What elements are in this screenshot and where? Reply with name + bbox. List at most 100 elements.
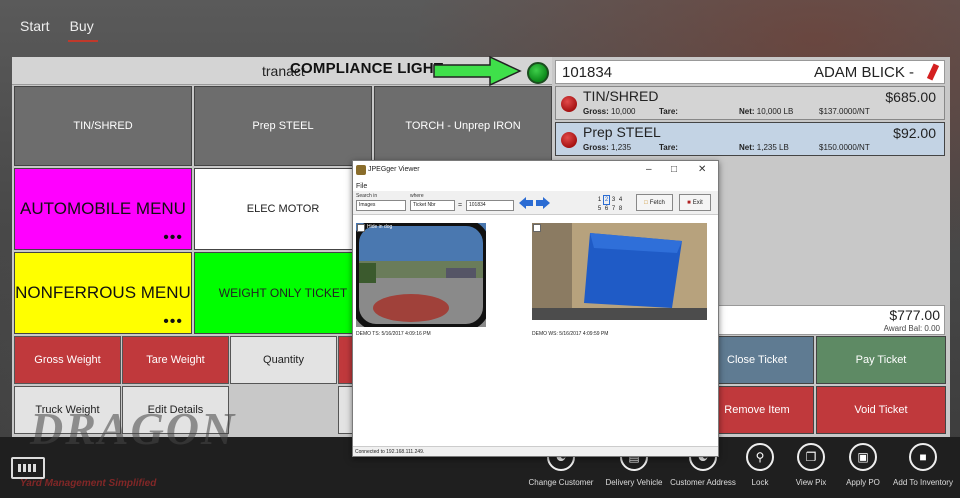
- where-label: where: [410, 193, 424, 199]
- appbar-label: Customer Address: [670, 478, 736, 487]
- image-caption-1: DEMO TS: 5/16/2017 4:09:16 PM: [356, 331, 431, 337]
- prev-arrow-icon[interactable]: [519, 197, 533, 209]
- apply-po-button[interactable]: ▣ Apply PO: [843, 443, 883, 487]
- page-selector[interactable]: 1234 5678: [596, 195, 624, 213]
- item-price: $92.00: [893, 125, 936, 141]
- lock-icon: ⚲: [746, 443, 774, 471]
- exit-button[interactable]: ■ Exit: [679, 194, 711, 211]
- equals-sign: =: [458, 202, 463, 209]
- gross-weight-button[interactable]: Gross Weight: [14, 336, 121, 384]
- page-6[interactable]: 6: [603, 205, 610, 213]
- category-nonferrous-menu[interactable]: NONFERROUS MENU •••: [14, 252, 192, 334]
- where-select[interactable]: Ticket Nbr: [410, 200, 455, 211]
- void-ticket-button[interactable]: Void Ticket: [816, 386, 946, 434]
- item-price: $685.00: [885, 89, 936, 105]
- minimize-icon[interactable]: –: [646, 164, 652, 175]
- lock-button[interactable]: ⚲ Lock: [745, 443, 775, 487]
- category-label: ELEC MOTOR: [246, 203, 320, 215]
- search-value: 101834: [469, 202, 486, 208]
- item-name: TIN/SHRED: [583, 88, 659, 104]
- image-thumbnail-blue-material[interactable]: [532, 223, 707, 320]
- category-weight-only-ticket[interactable]: WEIGHT ONLY TICKET: [194, 252, 372, 334]
- fetch-button[interactable]: □ Fetch: [636, 194, 673, 211]
- logo-text: DRAGON: [30, 403, 237, 454]
- appbar-label: View Pix: [795, 478, 827, 487]
- gross-value: 10,000: [611, 107, 636, 116]
- viewer-titlebar[interactable]: JPEGger Viewer – □ ✕: [353, 161, 718, 183]
- page-3[interactable]: 3: [610, 196, 617, 204]
- category-label: AUTOMOBILE MENU: [20, 199, 186, 218]
- top-nav: Start Buy: [20, 18, 98, 42]
- hide-in-dog-checkbox[interactable]: [357, 224, 365, 232]
- category-elec-motor[interactable]: ELEC MOTOR: [194, 168, 372, 250]
- appbar-label: Lock: [751, 478, 769, 487]
- net-label: Net:: [739, 143, 755, 152]
- net-value: 10,000 LB: [756, 107, 794, 116]
- gross-value: 1,235: [611, 143, 632, 152]
- ticket-total-bar: $777.00 Award Bal: 0.00: [700, 305, 945, 335]
- more-dots-icon: •••: [163, 313, 183, 330]
- fetch-icon: □: [644, 199, 648, 206]
- pictures-icon: ❐: [797, 443, 825, 471]
- compliance-arrow: [433, 56, 522, 86]
- category-label: WEIGHT ONLY TICKET: [218, 286, 348, 300]
- page-8[interactable]: 8: [617, 205, 624, 213]
- hide-in-dog-label: Hide in dog: [367, 224, 393, 230]
- category-tin-shred[interactable]: TIN/SHRED: [14, 86, 192, 166]
- rate-value: $137.0000/NT: [819, 107, 870, 116]
- menu-file[interactable]: File: [356, 183, 367, 190]
- page-5[interactable]: 5: [596, 205, 603, 213]
- item-name: Prep STEEL: [583, 124, 661, 140]
- appbar-label: Delivery Vehicle: [605, 478, 663, 487]
- document-icon: ▣: [849, 443, 877, 471]
- gross-label: Gross:: [583, 143, 609, 152]
- appbar-label: Add To Inventory: [893, 478, 953, 487]
- where-value: Ticket Nbr: [413, 202, 436, 208]
- search-value-input[interactable]: 101834: [466, 200, 514, 211]
- keyboard-icon[interactable]: [11, 457, 45, 479]
- tare-weight-button[interactable]: Tare Weight: [122, 336, 229, 384]
- compliance-light-label: COMPLIANCE LIGHT: [290, 60, 444, 77]
- tare-label: Tare:: [659, 143, 678, 152]
- ticket-number: 101834: [562, 64, 613, 81]
- page-1[interactable]: 1: [596, 196, 603, 204]
- view-pix-button[interactable]: ❐ View Pix: [791, 443, 831, 487]
- add-to-inventory-button[interactable]: ■ Add To Inventory: [891, 443, 955, 487]
- nav-start[interactable]: Start: [20, 18, 50, 34]
- rate-value: $150.0000/NT: [819, 143, 870, 152]
- remove-dot-icon: [561, 96, 577, 112]
- page-2[interactable]: 2: [603, 195, 610, 205]
- viewer-status-bar: Connected to 192.168.111.249.: [353, 446, 718, 456]
- next-arrow-icon[interactable]: [536, 197, 550, 209]
- image-thumbnail-truck-scale[interactable]: [356, 223, 486, 327]
- jpegger-viewer-window[interactable]: JPEGger Viewer – □ ✕ File Search in Imag…: [352, 160, 719, 457]
- category-label: TIN/SHRED: [73, 120, 133, 132]
- edit-pencil-icon[interactable]: [926, 63, 940, 81]
- net-value: 1,235 LB: [756, 143, 789, 152]
- viewer-title: JPEGger Viewer: [368, 166, 420, 173]
- gross-label: Gross:: [583, 107, 609, 116]
- exit-label: Exit: [692, 199, 703, 206]
- nav-buy[interactable]: Buy: [67, 18, 98, 42]
- exit-icon: ■: [687, 199, 691, 206]
- category-torch-unprep-iron[interactable]: TORCH - Unprep IRON: [374, 86, 552, 166]
- ticket-line-item-selected[interactable]: Prep STEEL $92.00 Gross: 1,235 Tare: Net…: [555, 122, 945, 156]
- appbar-label: Apply PO: [846, 478, 880, 487]
- category-automobile-menu[interactable]: AUTOMOBILE MENU •••: [14, 168, 192, 250]
- pay-ticket-button[interactable]: Pay Ticket: [816, 336, 946, 384]
- ticket-header: 101834 ADAM BLICK -: [555, 60, 945, 84]
- remove-dot-icon: [561, 132, 577, 148]
- close-icon[interactable]: ✕: [698, 164, 706, 175]
- ticket-line-item[interactable]: TIN/SHRED $685.00 Gross: 10,000 Tare: Ne…: [555, 86, 945, 120]
- page-7[interactable]: 7: [610, 205, 617, 213]
- fetch-label: Fetch: [649, 199, 665, 206]
- category-label: TORCH - Unprep IRON: [405, 120, 521, 132]
- search-in-select[interactable]: Images: [356, 200, 406, 211]
- maximize-icon[interactable]: □: [671, 164, 677, 175]
- image-select-checkbox[interactable]: [533, 224, 541, 232]
- quantity-button[interactable]: Quantity: [230, 336, 337, 384]
- category-label: Prep STEEL: [252, 120, 314, 132]
- customer-name[interactable]: ADAM BLICK -: [814, 64, 914, 81]
- category-prep-steel[interactable]: Prep STEEL: [194, 86, 372, 166]
- page-4[interactable]: 4: [617, 196, 624, 204]
